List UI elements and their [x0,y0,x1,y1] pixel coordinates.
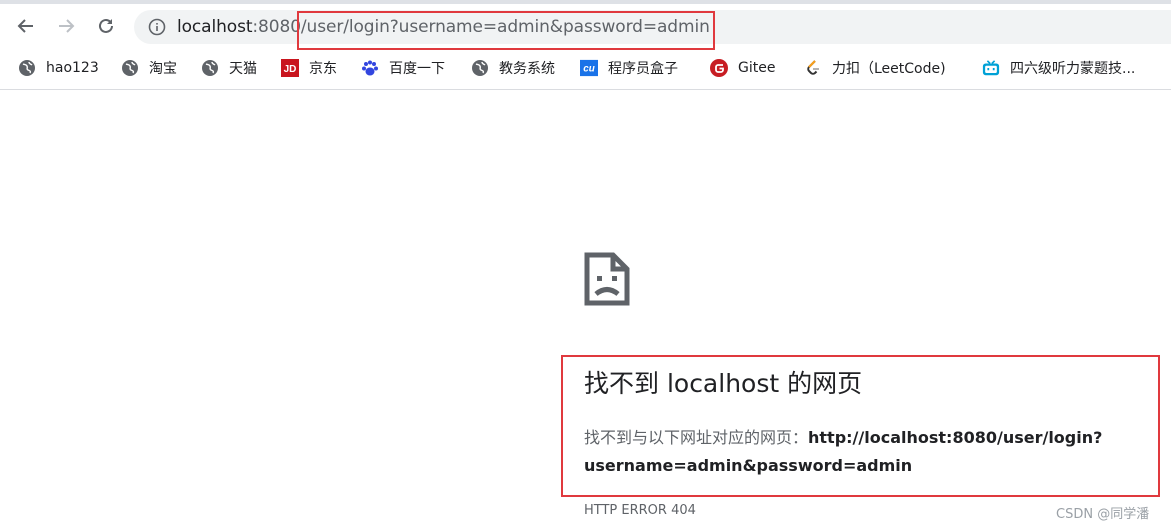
bookmark-coder-box[interactable]: cu 程序员盒子 [580,57,678,79]
url-highlight-box [297,11,715,50]
bookmark-gitee[interactable]: Gitee [710,57,775,79]
globe-icon [121,59,139,77]
gitee-logo-icon [710,59,728,77]
back-button[interactable] [12,12,40,40]
jd-logo-icon: JD [281,59,299,77]
bookmark-label: 京东 [309,61,337,77]
leetcode-logo-icon [804,59,822,77]
bookmark-label: 淘宝 [149,61,177,77]
forward-arrow-icon [59,19,75,33]
error-title: 找不到 localhost 的网页 [584,369,863,398]
error-url-line2: username=admin&password=admin [584,456,913,475]
bookmark-label: 力扣（LeetCode) [832,61,946,77]
watermark: CSDN @同学潘 [1056,507,1150,522]
bookmark-taobao[interactable]: 淘宝 [121,57,177,79]
url-host: localhost [177,17,253,37]
bookmark-label: 天猫 [229,61,257,77]
globe-icon [18,59,36,77]
navigation-bar: localhost:8080/user/login?username=admin… [0,4,1171,50]
bilibili-icon [982,59,1000,77]
sad-page-icon [584,252,630,306]
bookmarks-bar: hao123 淘宝 天猫 JD 京东 百度一下 教务系统 cu 程序员盒子 Gi… [0,50,1171,86]
bookmark-leetcode[interactable]: 力扣（LeetCode) [804,57,946,79]
forward-button[interactable] [52,12,80,40]
bookmark-cet-listening[interactable]: 四六级听力蒙题技... [982,57,1135,79]
info-icon[interactable] [148,18,166,36]
bookmark-baidu[interactable]: 百度一下 [361,57,445,79]
bookmark-label: 教务系统 [499,61,555,77]
toolbar-divider [0,89,1171,90]
bookmark-hao123[interactable]: hao123 [18,57,99,79]
bookmark-label: Gitee [738,60,776,76]
error-description: 找不到与以下网址对应的网页：http://localhost:8080/user… [584,424,1154,480]
bookmark-label: 四六级听力蒙题技... [1010,61,1136,77]
globe-icon [471,59,489,77]
bookmark-label: hao123 [46,60,99,76]
globe-icon [201,59,219,77]
baidu-paw-icon [361,59,379,77]
jd-logo-text: JD [284,64,297,75]
cu-logo-icon: cu [580,59,598,77]
error-description-prefix: 找不到与以下网址对应的网页： [584,428,809,447]
bookmark-jd[interactable]: JD 京东 [281,57,337,79]
error-code: HTTP ERROR 404 [584,503,696,518]
bookmark-label: 百度一下 [389,61,445,77]
error-url-line1: http://localhost:8080/user/login? [808,428,1103,447]
bookmark-label: 程序员盒子 [608,61,678,77]
cu-logo-text: cu [583,64,595,75]
back-arrow-icon [17,19,33,33]
bookmark-tmall[interactable]: 天猫 [201,57,257,79]
reload-icon [99,18,113,33]
bookmark-jiaowu[interactable]: 教务系统 [471,57,555,79]
reload-button[interactable] [92,12,120,40]
